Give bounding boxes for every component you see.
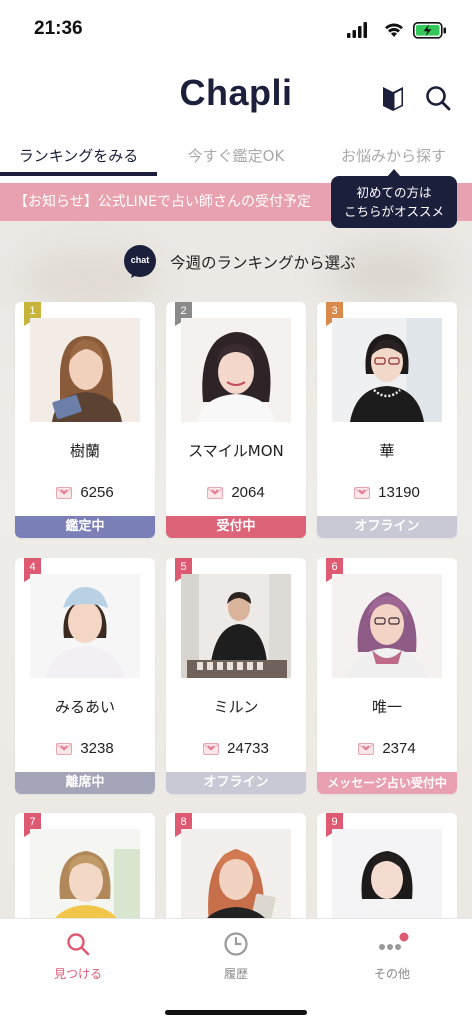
count-value: 2064 — [231, 484, 265, 501]
teller-photo — [332, 318, 442, 422]
notification-dot-icon — [399, 932, 409, 942]
teller-photo — [30, 574, 140, 678]
nav-label: 見つける — [53, 967, 102, 981]
tab-available-now[interactable]: 今すぐ鑑定OK — [157, 138, 315, 176]
letter-icon — [203, 742, 220, 755]
nav-label: その他 — [373, 967, 410, 981]
ranking-heading: chat 今週のランキングから選ぶ — [0, 245, 472, 279]
status-badge: オフライン — [166, 772, 306, 794]
status-badge: 受付中 — [166, 516, 306, 538]
tooltip-line-1: 初めての方は — [356, 185, 432, 200]
review-count: 24733 — [166, 738, 306, 757]
fortune-teller-card[interactable]: 5 ミルン 24733 オフライン — [166, 558, 306, 794]
wifi-icon — [385, 23, 403, 37]
teller-photo — [30, 318, 140, 422]
teller-name: 樹蘭 — [69, 442, 100, 460]
ranking-content: chat 今週のランキングから選ぶ 1 樹蘭 6256 鑑定中 2 スマイルMO… — [0, 221, 472, 918]
count-value: 3238 — [80, 740, 114, 757]
teller-name: 唯一 — [371, 698, 402, 716]
teller-photo — [181, 574, 291, 678]
teller-photo — [181, 829, 291, 918]
count-value: 6256 — [80, 484, 114, 501]
letter-icon — [207, 486, 224, 499]
home-indicator — [165, 1010, 307, 1015]
review-count: 2064 — [166, 482, 306, 501]
review-count: 6256 — [15, 482, 155, 501]
fortune-teller-card[interactable]: 2 スマイルMON 2064 受付中 — [166, 302, 306, 538]
fortune-teller-card[interactable]: 1 樹蘭 6256 鑑定中 — [15, 302, 155, 538]
letter-icon — [358, 742, 375, 755]
review-count: 13190 — [317, 482, 457, 501]
review-count: 2374 — [317, 738, 457, 757]
fortune-teller-card[interactable]: 7 — [15, 813, 155, 918]
fortune-teller-card[interactable]: 9 — [317, 813, 457, 918]
nav-history[interactable]: 履歴 — [186, 931, 286, 982]
fortune-teller-card[interactable]: 3 華 13190 オフライン — [317, 302, 457, 538]
count-value: 24733 — [227, 740, 269, 757]
fortune-teller-card[interactable]: 4 みるあい 3238 離席中 — [15, 558, 155, 794]
count-value: 13190 — [378, 484, 420, 501]
tooltip-line-2: こちらがオススメ — [343, 204, 444, 219]
status-bar: 21:36 — [0, 0, 472, 54]
clock-icon — [224, 932, 248, 956]
tab-ranking[interactable]: ランキングをみる — [0, 138, 157, 176]
more-icon — [379, 932, 409, 950]
teller-name: みるあい — [54, 698, 115, 716]
nav-more[interactable]: その他 — [342, 931, 442, 982]
status-time: 21:36 — [34, 18, 83, 39]
tooltip-arrow — [387, 169, 401, 177]
teller-name: 華 — [379, 442, 395, 460]
search-icon — [67, 933, 90, 956]
count-value: 2374 — [382, 740, 416, 757]
teller-photo — [332, 829, 442, 918]
status-badge: 離席中 — [15, 772, 155, 794]
active-tab-indicator — [0, 172, 157, 176]
bottom-nav: 見つける 履歴 その他 — [0, 918, 472, 1024]
status-badge: メッセージ占い受付中 — [317, 772, 457, 794]
status-icons — [347, 22, 446, 39]
search-icon[interactable] — [424, 84, 452, 112]
letter-icon — [56, 486, 73, 499]
beginner-tooltip[interactable]: 初めての方は こちらがオススメ — [331, 169, 457, 228]
beginner-mark-icon[interactable] — [381, 84, 405, 112]
chat-icon-label: chat — [130, 255, 150, 265]
letter-icon — [354, 486, 371, 499]
fortune-teller-card[interactable]: 6 唯一 2374 メッセージ占い受付中 — [317, 558, 457, 794]
teller-photo — [332, 574, 442, 678]
teller-name: スマイルMON — [188, 442, 284, 460]
teller-photo — [181, 318, 291, 422]
fortune-teller-card[interactable]: 8 — [166, 813, 306, 918]
status-badge: 鑑定中 — [15, 516, 155, 538]
signal-icon — [347, 22, 367, 38]
nav-label: 履歴 — [223, 967, 248, 981]
tab-bar: ランキングをみる 今すぐ鑑定OK お悩みから探す — [0, 138, 472, 176]
teller-name: ミルン — [213, 698, 259, 716]
review-count: 3238 — [15, 738, 155, 757]
nav-find[interactable]: 見つける — [28, 931, 128, 982]
battery-icon — [413, 22, 446, 39]
teller-photo — [30, 829, 140, 918]
app-header: Chapli — [0, 54, 472, 136]
ranking-title: 今週のランキングから選ぶ — [170, 254, 356, 272]
status-badge: オフライン — [317, 516, 457, 538]
letter-icon — [56, 742, 73, 755]
